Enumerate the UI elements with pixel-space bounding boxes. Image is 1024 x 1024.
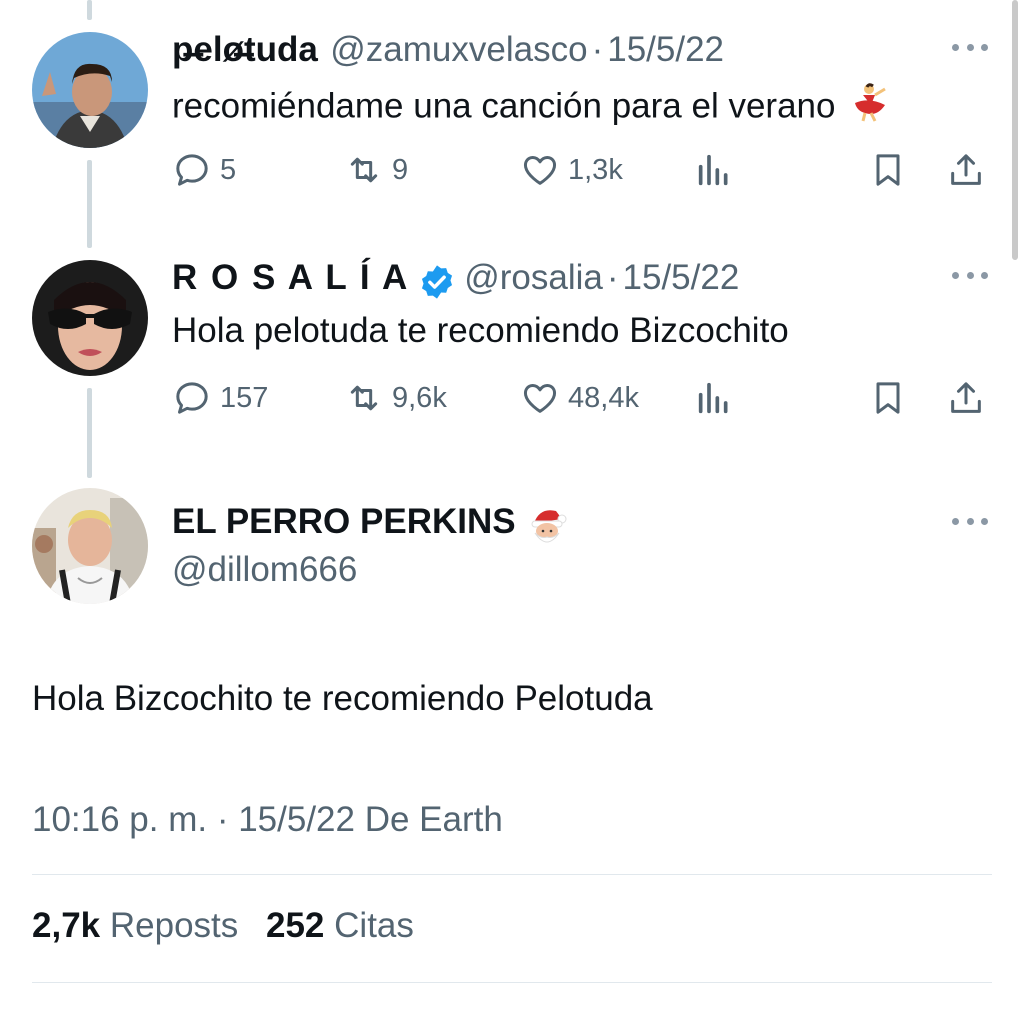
reposts-count: 2,7k [32, 906, 101, 945]
display-name: EL PERRO PERKINS [172, 502, 516, 541]
repost-button[interactable]: 9 [344, 150, 408, 190]
engagement-stats: 2,7k Reposts 252 Citas [32, 906, 414, 946]
thread-line-top [87, 0, 92, 20]
views-button[interactable] [694, 378, 734, 418]
repost-icon [350, 385, 378, 411]
tweet-1-text: recomiéndame una canción para el verano [172, 83, 889, 133]
repost-icon [350, 157, 378, 183]
thread-line-1 [87, 160, 92, 248]
tweet-1-header: p̶elø̶tuda @zamuxvelasco · 15/5/22 [172, 30, 724, 70]
share-button[interactable] [946, 150, 986, 190]
views-icon [698, 382, 728, 414]
bookmark-button[interactable] [868, 378, 908, 418]
like-count: 48,4k [568, 381, 639, 414]
views-icon [698, 154, 728, 186]
repost-count: 9,6k [392, 381, 447, 414]
main-author-handle[interactable]: @dillom666 [172, 550, 357, 590]
tweet-2-header: R O S A L Í A @rosalia · 15/5/22 [172, 258, 739, 306]
divider [32, 874, 992, 875]
separator-dot: · [606, 258, 619, 297]
thread-line-2 [87, 388, 92, 478]
quotes-stat[interactable]: 252 Citas [266, 906, 414, 945]
heart-icon [523, 156, 557, 185]
reply-icon [176, 382, 208, 414]
dancer-emoji-icon [845, 83, 889, 133]
bookmark-button[interactable] [868, 150, 908, 190]
reply-button[interactable]: 5 [172, 150, 236, 190]
heart-icon [523, 384, 557, 413]
scrollbar[interactable] [1012, 0, 1018, 260]
share-icon [951, 154, 981, 185]
quotes-count: 252 [266, 906, 325, 945]
like-button[interactable]: 48,4k [520, 378, 639, 418]
reply-count: 5 [220, 153, 237, 186]
repost-button[interactable]: 9,6k [344, 378, 447, 418]
more-options-button[interactable] [952, 272, 988, 282]
bookmark-icon [876, 154, 900, 186]
like-button[interactable]: 1,3k [520, 150, 623, 190]
tweet-date[interactable]: 15/5/22 [623, 258, 740, 297]
like-count: 1,3k [568, 153, 623, 186]
avatar-zamuxvelasco[interactable] [32, 32, 148, 148]
more-options-button[interactable] [952, 44, 988, 54]
display-name[interactable]: p̶elø̶tuda [172, 30, 318, 69]
avatar-dillom666[interactable] [32, 488, 148, 604]
username[interactable]: @zamuxvelasco [330, 30, 587, 69]
reply-icon [176, 154, 208, 186]
views-button[interactable] [694, 150, 734, 190]
more-options-button[interactable] [952, 518, 988, 528]
username[interactable]: @rosalia [464, 258, 603, 297]
tweet-text: recomiéndame una canción para el verano [172, 86, 836, 126]
tweet-2-text: Hola pelotuda te recomiendo Bizcochito [172, 311, 789, 350]
tweet-date[interactable]: 15/5/22 [607, 30, 724, 69]
share-icon [951, 382, 981, 413]
reply-count: 157 [220, 381, 269, 414]
santa-emoji-icon [526, 505, 568, 552]
share-button[interactable] [946, 378, 986, 418]
verified-badge-icon [418, 263, 456, 306]
reply-button[interactable]: 157 [172, 378, 268, 418]
reposts-stat[interactable]: 2,7k Reposts [32, 906, 248, 945]
tweet-timestamp[interactable]: 10:16 p. m. · 15/5/22 De Earth [32, 800, 503, 840]
repost-count: 9 [392, 153, 409, 186]
divider [32, 982, 992, 983]
quotes-label: Citas [334, 906, 414, 945]
main-author-name[interactable]: EL PERRO PERKINS [172, 502, 568, 552]
separator-dot: · [591, 30, 604, 69]
bookmark-icon [876, 382, 900, 414]
display-name[interactable]: R O S A L Í A [172, 258, 409, 297]
avatar-rosalia[interactable] [32, 260, 148, 376]
reposts-label: Reposts [109, 906, 239, 945]
main-tweet-text: Hola Bizcochito te recomiendo Pelotuda [32, 679, 653, 718]
